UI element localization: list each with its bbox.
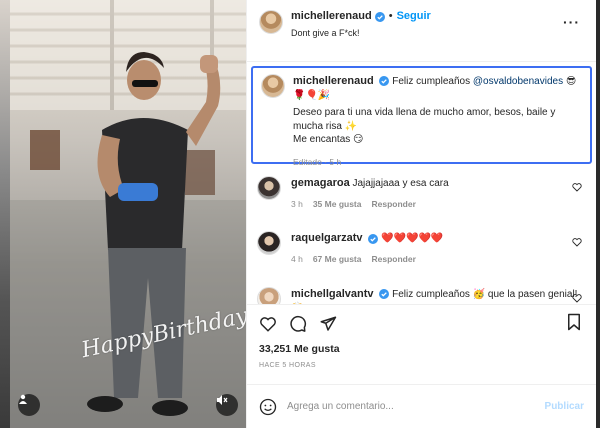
caption-avatar[interactable]	[261, 74, 285, 98]
caption-line-2: Deseo para ti una vida llena de mucho am…	[293, 107, 556, 132]
verified-badge-icon	[379, 76, 390, 87]
user-icon	[19, 394, 27, 404]
more-options-icon[interactable]: ···	[563, 14, 580, 30]
caption-mention[interactable]: @osvaldobenavides	[473, 76, 563, 87]
comment-time[interactable]: 3 h	[291, 199, 303, 210]
comment-item: raquelgarzatv ❤️❤️❤️❤️❤️ 4 h 67 Me gusta…	[247, 227, 596, 265]
verified-badge-icon	[379, 288, 390, 299]
likes-count[interactable]: 33,251 Me gusta	[259, 343, 584, 355]
author-username[interactable]: michellerenaud	[291, 10, 372, 23]
comment-likes[interactable]: 35 Me gusta	[313, 199, 362, 210]
post-modal: HappyBirthday! michellerenaud • Seguir D…	[10, 0, 596, 428]
video-frame	[10, 0, 246, 428]
comment-text: Jajajjajaaa y esa cara	[352, 178, 449, 189]
comment-likes[interactable]: 67 Me gusta	[313, 254, 362, 265]
share-icon[interactable]	[319, 315, 337, 333]
caption-highlighted: michellerenaud Feliz cumpleaños @osvaldo…	[251, 66, 592, 167]
caption-author[interactable]: michellerenaud	[293, 75, 374, 87]
tagged-user-button[interactable]	[18, 394, 40, 416]
post-actions: 33,251 Me gusta HACE 5 HORAS	[247, 304, 596, 384]
background-feed	[0, 0, 10, 428]
audio-subtitle[interactable]: Dont give a F*ck!	[291, 28, 431, 39]
comment-input[interactable]: Agrega un comentario...	[287, 401, 545, 412]
comment-item: michellgalvantv Feliz cumpleaños 🥳 que l…	[247, 283, 596, 304]
muted-speaker-icon	[217, 395, 228, 405]
comment-author[interactable]: raquelgarzatv	[291, 232, 363, 244]
bookmark-icon[interactable]	[566, 313, 582, 331]
caption-text-start: Feliz cumpleaños	[392, 76, 473, 87]
post-panel: michellerenaud • Seguir Dont give a F*ck…	[246, 0, 596, 428]
add-comment-bar: Agrega un comentario... Publicar	[247, 384, 596, 428]
mute-button[interactable]	[216, 394, 238, 416]
post-time[interactable]: HACE 5 HORAS	[259, 362, 584, 369]
reply-button[interactable]: Responder	[371, 254, 415, 265]
comments-list[interactable]: michellerenaud Feliz cumpleaños @osvaldo…	[247, 62, 596, 304]
heart-icon[interactable]	[259, 315, 277, 333]
post-header: michellerenaud • Seguir Dont give a F*ck…	[247, 0, 596, 62]
like-comment-heart-icon[interactable]	[572, 182, 582, 192]
post-media[interactable]: HappyBirthday!	[10, 0, 246, 428]
comment-time[interactable]: 4 h	[291, 254, 303, 265]
separator-dot: •	[388, 10, 393, 22]
verified-badge-icon	[368, 233, 379, 244]
like-comment-heart-icon[interactable]	[572, 293, 582, 303]
reply-button[interactable]: Responder	[371, 199, 415, 210]
comment-icon[interactable]	[289, 315, 307, 333]
caption-line-3: Me encantas 😏	[293, 134, 364, 146]
comment-text: ❤️❤️❤️❤️❤️	[381, 233, 444, 245]
verified-badge-icon	[374, 11, 385, 22]
comment-item: gemagaroa Jajajjajaaa y esa cara 3 h 35 …	[247, 172, 596, 210]
comment-avatar[interactable]	[257, 286, 281, 304]
follow-button[interactable]: Seguir	[397, 10, 431, 23]
post-comment-button[interactable]: Publicar	[545, 401, 584, 412]
caption-meta: Editado · 5 h	[293, 156, 342, 167]
emoji-icon[interactable]	[259, 398, 277, 416]
comment-author[interactable]: gemagaroa	[291, 177, 350, 189]
comment-author[interactable]: michellgalvantv	[291, 288, 374, 300]
like-comment-heart-icon[interactable]	[572, 237, 582, 247]
comment-avatar[interactable]	[257, 231, 281, 256]
author-avatar[interactable]	[259, 10, 283, 34]
comment-avatar[interactable]	[257, 176, 281, 200]
